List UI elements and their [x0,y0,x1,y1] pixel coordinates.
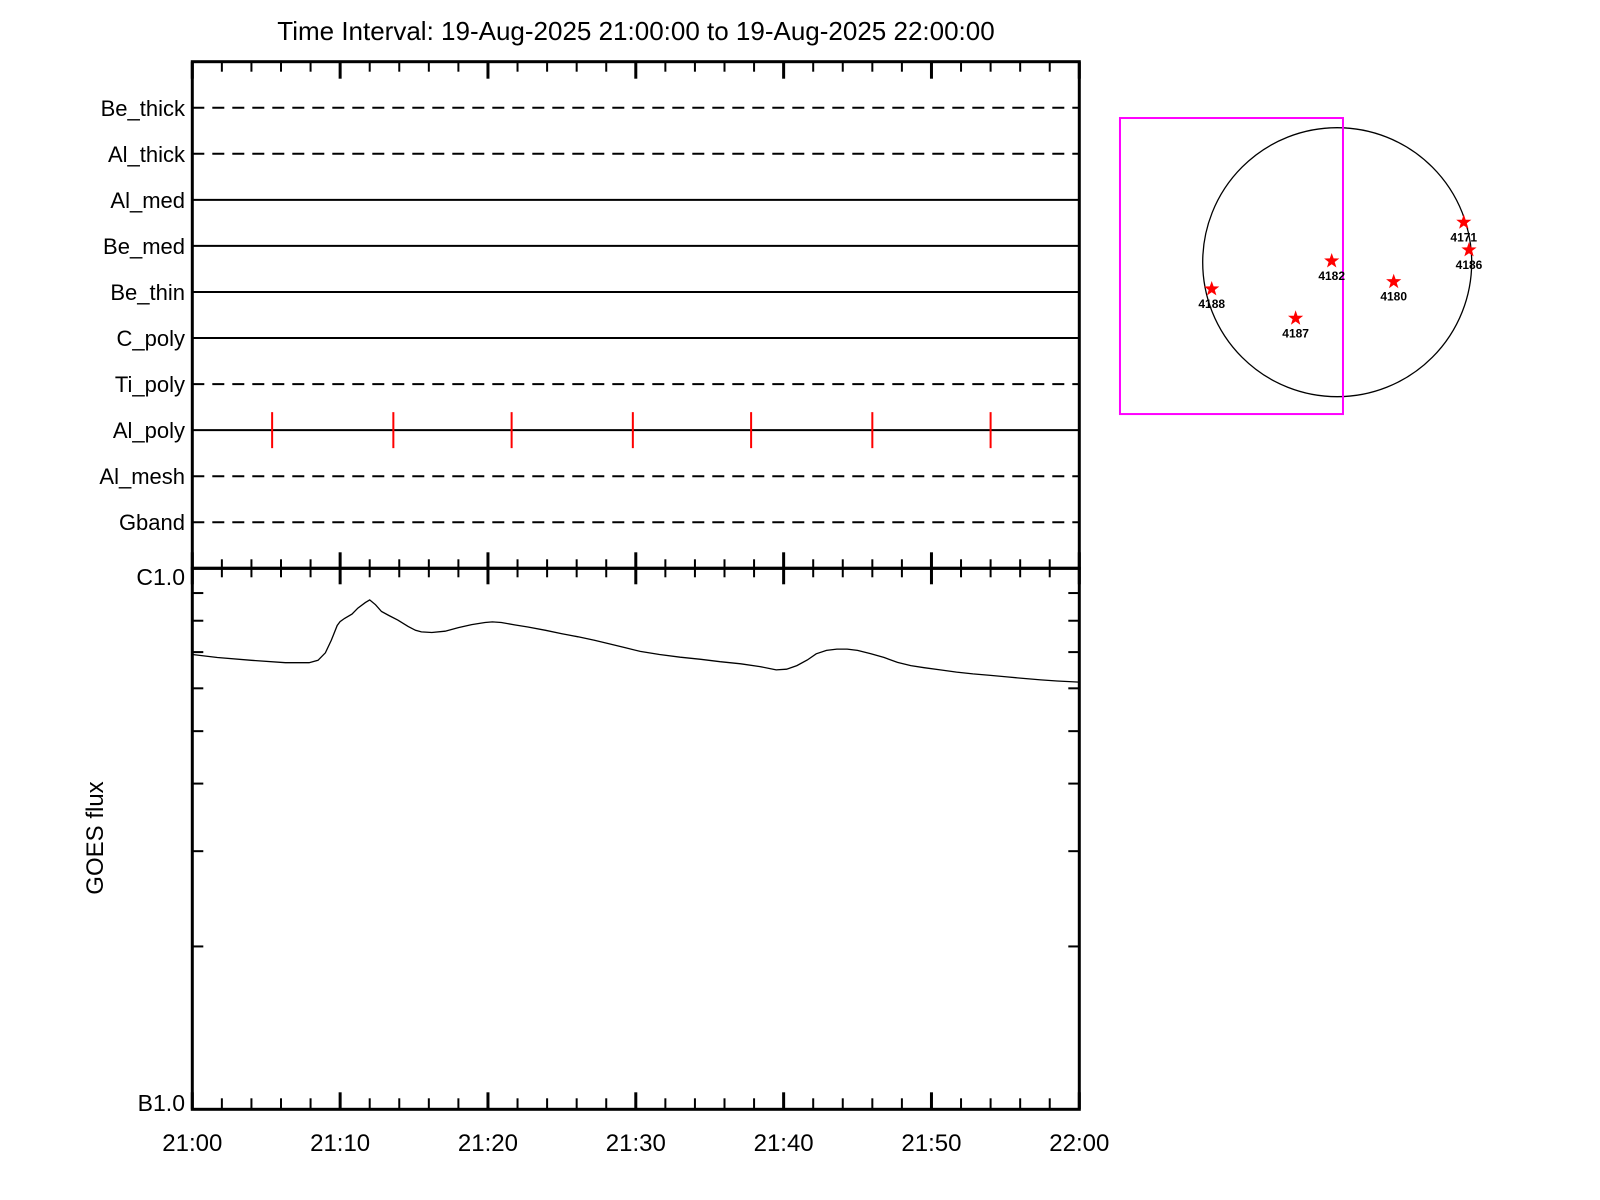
channel-label-Al_mesh: Al_mesh [99,464,185,489]
channel-label-Be_thick: Be_thick [101,96,186,121]
xrt-timeline-screenshot: Time Interval: 19-Aug-2025 21:00:00 to 1… [0,0,1600,1200]
goes-flux-curve [192,599,1080,683]
channel-label-Al_poly: Al_poly [113,418,185,443]
active-region-label-4186: 4186 [1456,258,1483,272]
channel-label-C_poly: C_poly [117,326,185,351]
plot-svg: Be_thick Al_thick Al_med Be_med Be_thin C_pol… [99,60,1483,1157]
active-region-star-4171 [1456,214,1472,229]
x-tick-label: 21:10 [310,1130,370,1157]
active-region-label-4187: 4187 [1282,326,1309,340]
active-region-star-4180 [1386,273,1402,289]
xrt-fov-box [1118,117,1344,416]
active-region-star-4182 [1324,253,1340,268]
x-tick-label: 21:40 [754,1130,814,1157]
channel-label-Al_med: Al_med [110,188,185,213]
channel-label-Be_thin: Be_thin [110,280,185,305]
active-region-label-4182: 4182 [1318,269,1345,283]
channel-label-Al_thick: Al_thick [108,142,186,167]
active-region-label-4180: 4180 [1380,290,1407,304]
solar-disk-circle [1202,127,1473,398]
channel-label-Ti_poly: Ti_poly [115,372,185,397]
channel-label-Be_med: Be_med [103,234,185,259]
filters-panel-frame [190,60,1081,570]
x-tick-label: 21:30 [606,1130,666,1157]
x-tick-label: 22:00 [1049,1130,1109,1157]
active-region-star-4187 [1288,310,1304,325]
x-tick-label: 21:00 [162,1130,222,1157]
channel-label-Gband: Gband [119,510,185,535]
active-region-label-4171: 4171 [1450,230,1477,244]
goes-panel-frame [190,566,1081,1111]
x-tick-label: 21:50 [901,1130,961,1157]
active-region-label-4188: 4188 [1198,297,1225,311]
x-tick-label: 21:20 [458,1130,518,1157]
